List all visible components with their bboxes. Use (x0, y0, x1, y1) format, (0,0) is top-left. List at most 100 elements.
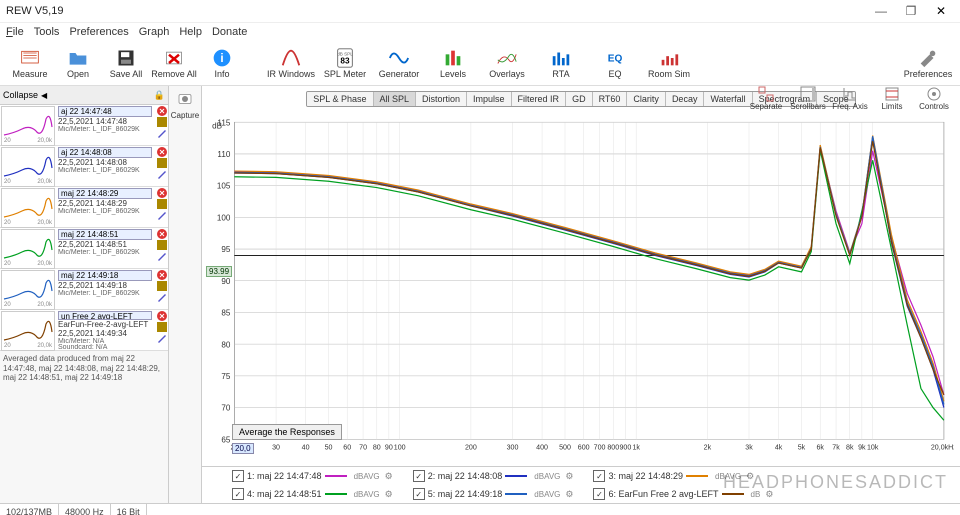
chart[interactable]: 65707580859095100105110115dB203040506070… (204, 114, 954, 464)
tab-spl-phase[interactable]: SPL & Phase (307, 92, 373, 106)
menu-preferences[interactable]: Preferences (69, 26, 128, 38)
tab-all-spl[interactable]: All SPL (374, 92, 417, 106)
gear-icon[interactable]: ⚙ (385, 471, 393, 482)
tool-icon[interactable] (157, 117, 167, 127)
legend-db: dBAVG (354, 472, 380, 481)
menu-tools[interactable]: Tools (34, 26, 60, 38)
statusbar: 102/137MB 48000 Hz 16 Bit (0, 503, 960, 515)
legend-checkbox[interactable]: ✓ (232, 488, 244, 500)
tool-icon[interactable] (157, 199, 167, 209)
minimize-window[interactable]: — (868, 2, 894, 20)
svg-text:300: 300 (507, 444, 519, 452)
menu-help[interactable]: Help (179, 26, 202, 38)
measurement-name[interactable]: aj 22 14:48:08 (58, 147, 152, 158)
svg-text:80: 80 (221, 340, 230, 349)
measurement-item[interactable]: 2020,0k maj 22 14:48:51 22,5,2021 14:48:… (0, 228, 168, 269)
collapse-toggle[interactable]: Collapse◀ 🔒 (0, 86, 168, 105)
measure-button[interactable]: Measure (6, 44, 54, 82)
room-sim-button[interactable]: Room Sim (643, 44, 695, 82)
close-icon[interactable] (157, 270, 167, 280)
measurement-name[interactable]: un Free 2 avg-LEFT (58, 311, 152, 320)
gear-icon[interactable]: ⚙ (385, 489, 393, 500)
close-icon[interactable] (157, 311, 167, 321)
measurement-name[interactable]: maj 22 14:48:29 (58, 188, 152, 199)
svg-text:600: 600 (578, 444, 590, 452)
edit-icon[interactable] (157, 292, 167, 302)
edit-icon[interactable] (157, 128, 167, 138)
tab-distortion[interactable]: Distortion (416, 92, 467, 106)
tool-icon[interactable] (157, 281, 167, 291)
generator-button[interactable]: Generator (373, 44, 425, 82)
rta-button[interactable]: RTA (535, 44, 587, 82)
measurement-name[interactable]: aj 22 14:47:48 (58, 106, 152, 117)
measurement-name[interactable]: maj 22 14:48:51 (58, 229, 152, 240)
open-button[interactable]: Open (54, 44, 102, 82)
legend-item[interactable]: ✓ 4: maj 22 14:48:51 dBAVG ⚙ (232, 488, 393, 500)
average-responses-button[interactable]: Average the Responses (232, 424, 342, 440)
save-all-button[interactable]: Save All (102, 44, 150, 82)
overlays-button[interactable]: Overlays (481, 44, 533, 82)
capture-button[interactable]: Capture (171, 90, 199, 120)
menu-donate[interactable]: Donate (212, 26, 247, 38)
measurement-thumbnail: 2020,0k (1, 311, 55, 351)
levels-button[interactable]: Levels (427, 44, 479, 82)
legend-item[interactable]: ✓ 5: maj 22 14:49:18 dBAVG ⚙ (413, 488, 574, 500)
x-axis-start-box[interactable]: 20,0 (232, 443, 254, 454)
close-icon[interactable] (157, 147, 167, 157)
tool-icon[interactable] (157, 240, 167, 250)
legend-checkbox[interactable]: ✓ (413, 488, 425, 500)
close-icon[interactable] (157, 229, 167, 239)
preferences-button[interactable]: Preferences (902, 44, 954, 82)
scrollbars-button[interactable]: Scrollbars (788, 86, 828, 111)
controls-button[interactable]: Controls (914, 86, 954, 111)
tab-decay[interactable]: Decay (666, 92, 705, 106)
measurement-item[interactable]: 2020,0k maj 22 14:49:18 22,5,2021 14:49:… (0, 269, 168, 310)
svg-text:900: 900 (619, 444, 631, 452)
measurement-item[interactable]: 2020,0k aj 22 14:47:48 22,5,2021 14:47:4… (0, 105, 168, 146)
legend-item[interactable]: ✓ 1: maj 22 14:47:48 dBAVG ⚙ (232, 470, 393, 482)
legend-label: 2: maj 22 14:48:08 (428, 471, 503, 481)
lock-icon[interactable]: 🔒 (154, 90, 165, 101)
measurement-item[interactable]: 2020,0k maj 22 14:48:29 22,5,2021 14:48:… (0, 187, 168, 228)
svg-text:90: 90 (385, 444, 393, 452)
edit-icon[interactable] (157, 333, 167, 343)
main-toolbar: Measure Open Save All Remove All iInfo I… (0, 41, 960, 86)
ir-windows-button[interactable]: IR Windows (265, 44, 317, 82)
measurement-name[interactable]: maj 22 14:49:18 (58, 270, 152, 281)
edit-icon[interactable] (157, 169, 167, 179)
close-icon[interactable] (157, 106, 167, 116)
legend-checkbox[interactable]: ✓ (593, 470, 605, 482)
legend-swatch (722, 493, 744, 495)
legend-checkbox[interactable]: ✓ (593, 488, 605, 500)
tool-icon[interactable] (157, 322, 167, 332)
status-memory: 102/137MB (0, 504, 59, 515)
spl-meter-button[interactable]: dB SPL83SPL Meter (319, 44, 371, 82)
svg-text:500: 500 (559, 444, 571, 452)
legend-item[interactable]: ✓ 2: maj 22 14:48:08 dBAVG ⚙ (413, 470, 574, 482)
edit-icon[interactable] (157, 251, 167, 261)
info-button[interactable]: iInfo (198, 44, 246, 82)
tab-gd[interactable]: GD (566, 92, 593, 106)
tab-filtered-ir[interactable]: Filtered IR (512, 92, 567, 106)
gear-icon[interactable]: ⚙ (565, 471, 573, 482)
menu-graph[interactable]: Graph (139, 26, 170, 38)
edit-icon[interactable] (157, 210, 167, 220)
remove-all-button[interactable]: Remove All (150, 44, 198, 82)
separate-button[interactable]: Separate (746, 86, 786, 111)
tab-rt60[interactable]: RT60 (593, 92, 628, 106)
menu-file[interactable]: File (6, 26, 24, 38)
measurement-item[interactable]: 2020,0k un Free 2 avg-LEFT EarFun-Free-2… (0, 310, 168, 351)
tool-icon[interactable] (157, 158, 167, 168)
limits-button[interactable]: Limits (872, 86, 912, 111)
tab-clarity[interactable]: Clarity (627, 92, 666, 106)
freq-axis-button[interactable]: Freq. Axis (830, 86, 870, 111)
gear-icon[interactable]: ⚙ (565, 489, 573, 500)
legend-checkbox[interactable]: ✓ (413, 470, 425, 482)
measurement-item[interactable]: 2020,0k aj 22 14:48:08 22,5,2021 14:48:0… (0, 146, 168, 187)
close-icon[interactable] (157, 188, 167, 198)
eq-button[interactable]: EQEQ (589, 44, 641, 82)
maximize-window[interactable]: ❐ (898, 2, 924, 20)
tab-impulse[interactable]: Impulse (467, 92, 512, 106)
close-window[interactable]: ✕ (928, 2, 954, 20)
legend-checkbox[interactable]: ✓ (232, 470, 244, 482)
